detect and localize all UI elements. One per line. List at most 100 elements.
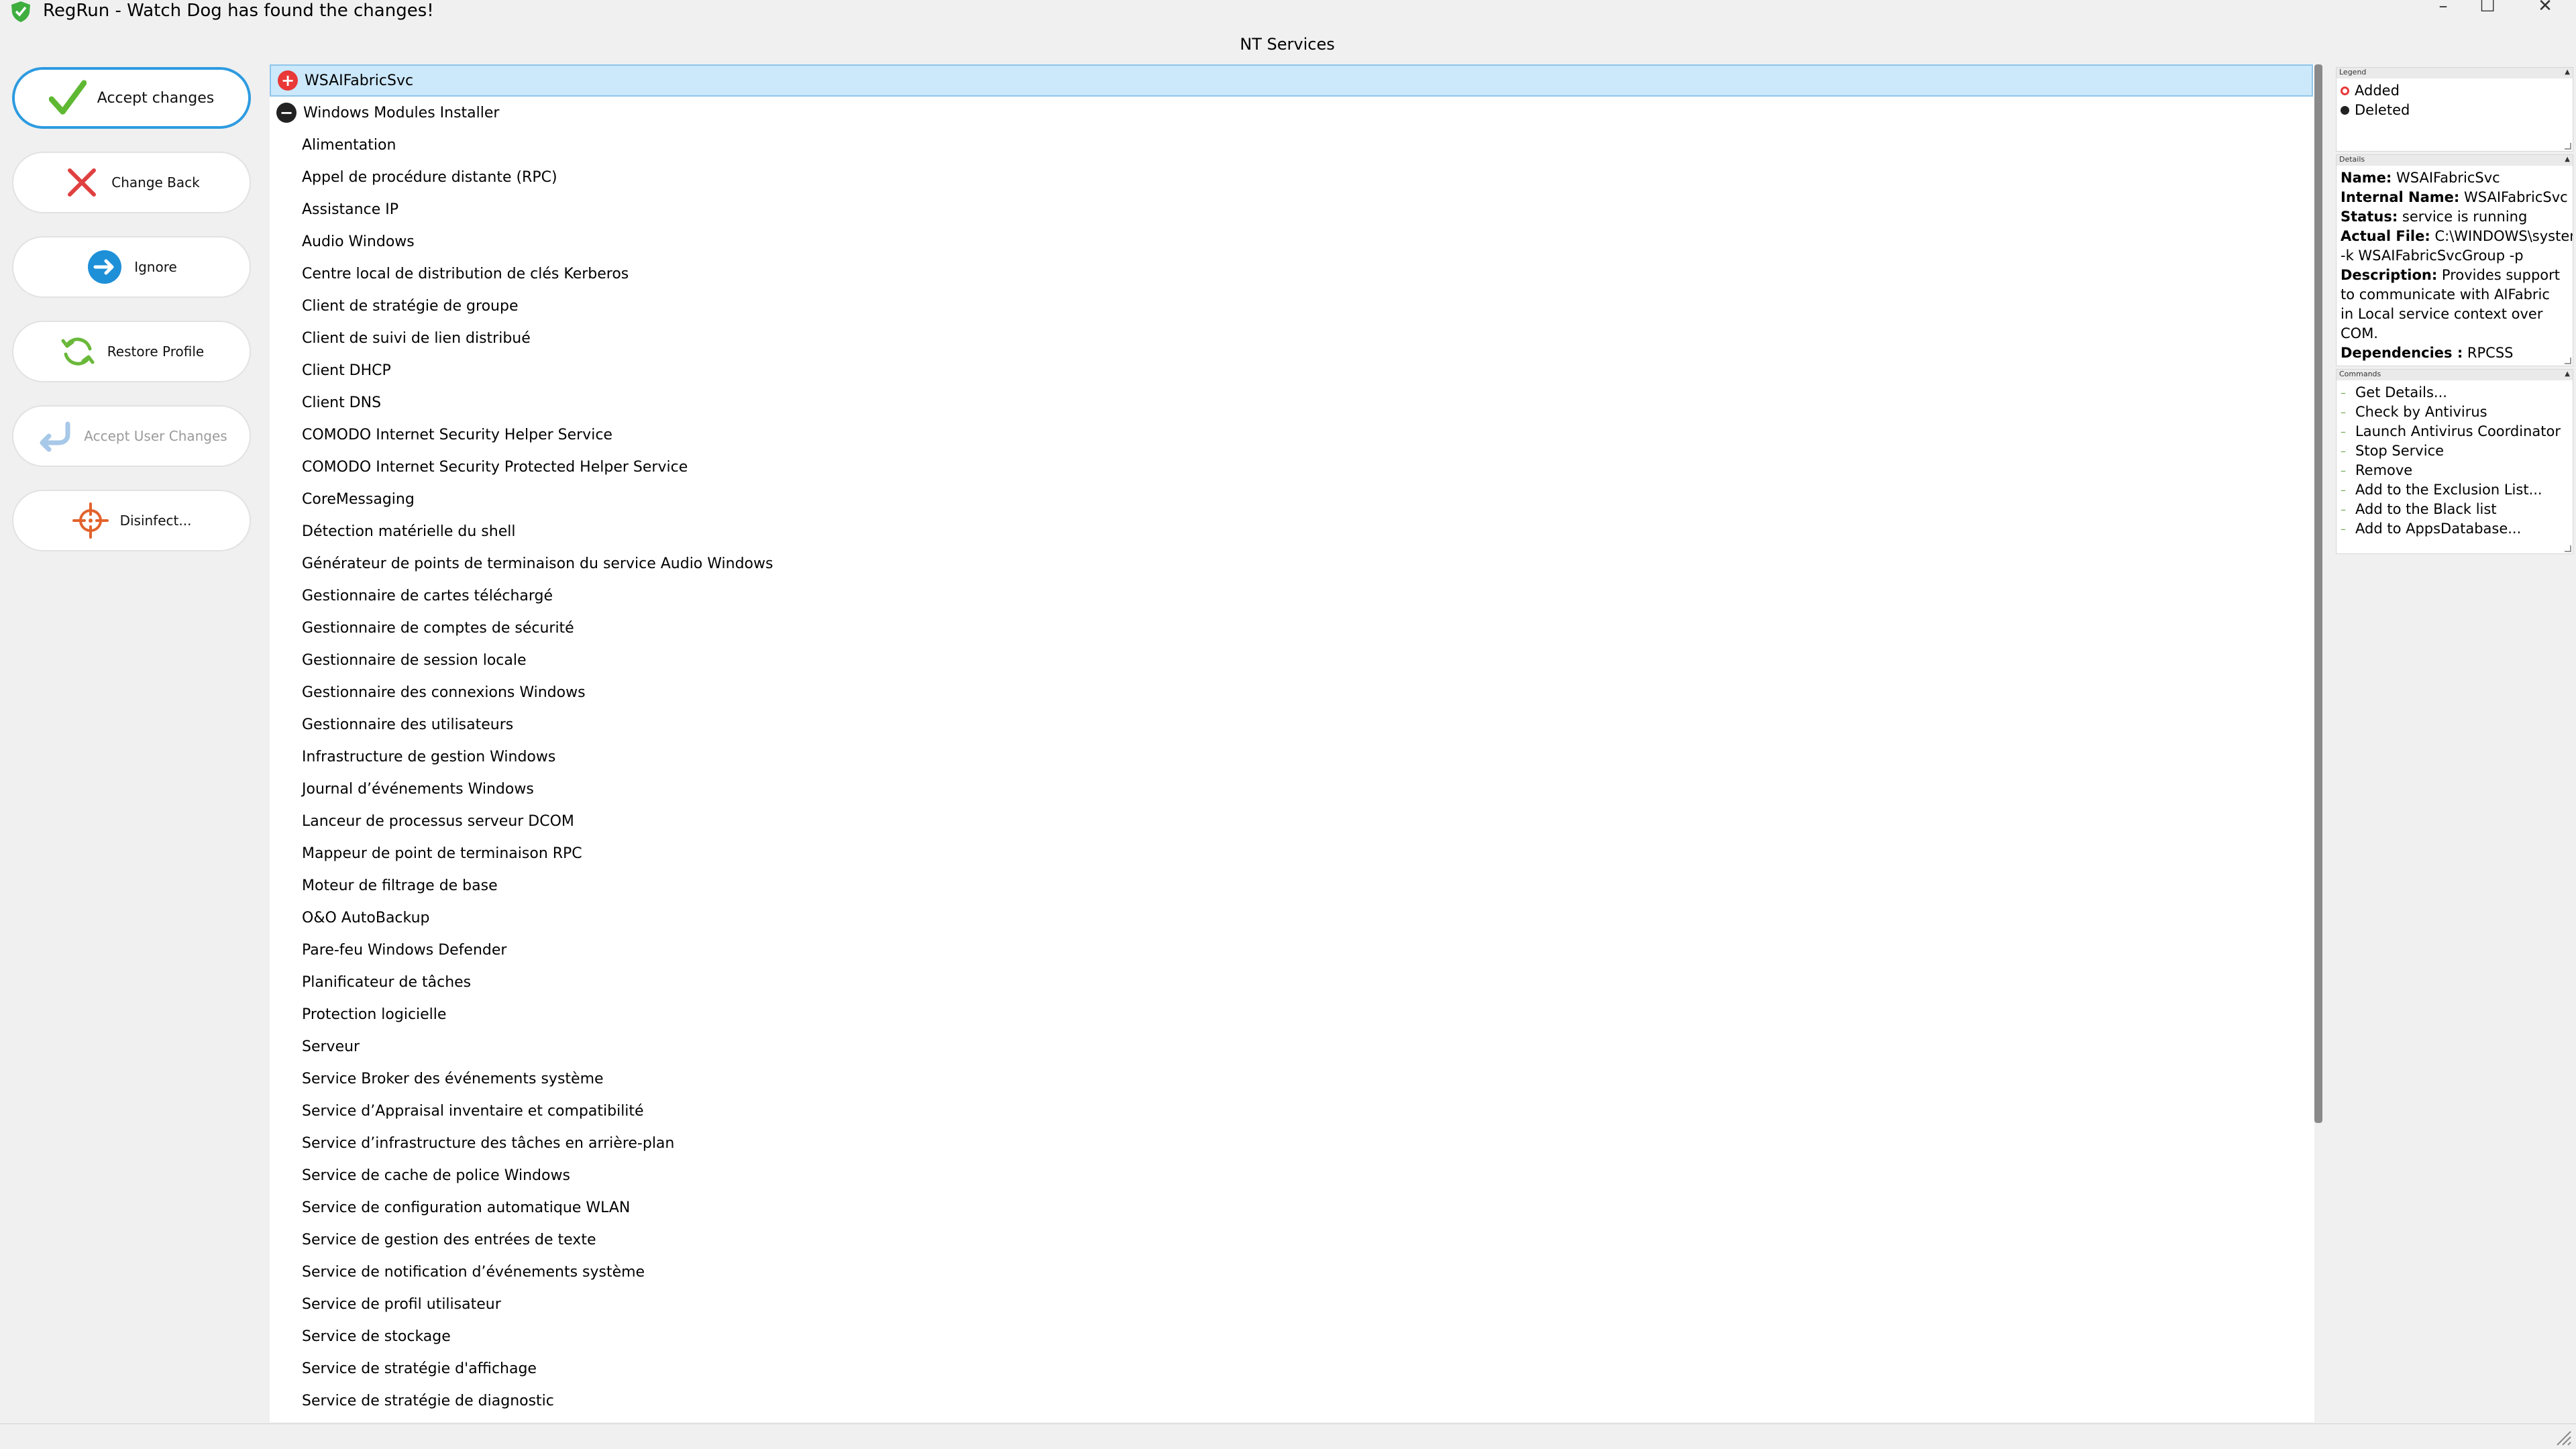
accept-user-changes-button[interactable]: Accept User Changes bbox=[12, 405, 251, 467]
service-row[interactable]: Client de stratégie de groupe bbox=[270, 290, 2313, 322]
service-row[interactable]: Gestionnaire de comptes de sécurité bbox=[270, 612, 2313, 644]
collapse-icon[interactable]: ▲ bbox=[2565, 370, 2570, 379]
service-row[interactable]: Appel de procédure distante (RPC) bbox=[270, 161, 2313, 193]
bullet-icon: – bbox=[2341, 386, 2346, 399]
service-row[interactable]: Générateur de points de terminaison du s… bbox=[270, 547, 2313, 580]
service-row[interactable]: Service Broker des événements système bbox=[270, 1063, 2313, 1095]
detail-status-label: Status: bbox=[2341, 209, 2398, 225]
ignore-button[interactable]: Ignore bbox=[12, 236, 251, 298]
service-row[interactable]: Lanceur de processus serveur DCOM bbox=[270, 805, 2313, 837]
service-row[interactable]: Service de configuration automatique WLA… bbox=[270, 1191, 2313, 1224]
command-item[interactable]: – Check by Antivirus bbox=[2341, 402, 2570, 422]
service-row[interactable]: Service de gestion des entrées de texte bbox=[270, 1224, 2313, 1256]
service-name: Service de stockage bbox=[302, 1328, 451, 1345]
service-name: Service de stratégie d'affichage bbox=[302, 1360, 537, 1377]
crosshair-icon bbox=[72, 502, 109, 539]
service-row[interactable]: Client DNS bbox=[270, 386, 2313, 419]
service-row[interactable]: Service de cache de police Windows bbox=[270, 1159, 2313, 1191]
arrow-right-circle-icon bbox=[86, 248, 123, 286]
details-header: Details ▲ bbox=[2337, 155, 2573, 166]
service-row[interactable]: Gestionnaire des connexions Windows bbox=[270, 676, 2313, 708]
service-row[interactable]: Gestionnaire de session locale bbox=[270, 644, 2313, 676]
restore-profile-button[interactable]: Restore Profile bbox=[12, 321, 251, 382]
command-item[interactable]: – Get Details... bbox=[2341, 383, 2570, 402]
service-name: Service Broker des événements système bbox=[302, 1070, 604, 1087]
service-row[interactable]: + WSAIFabricSvc bbox=[270, 64, 2313, 97]
service-row[interactable]: CoreMessaging bbox=[270, 483, 2313, 515]
commands-panel: Commands ▲ – Get Details... – Check by Anti… bbox=[2336, 369, 2573, 554]
service-name: Protection logicielle bbox=[302, 1006, 447, 1023]
service-row[interactable]: Pare-feu Windows Defender bbox=[270, 934, 2313, 966]
detail-desc-label: Description: bbox=[2341, 267, 2438, 283]
detail-name: Name: WSAIFabricSvc bbox=[2341, 168, 2570, 188]
resize-grip-icon[interactable] bbox=[2565, 143, 2571, 150]
service-name: WSAIFabricSvc bbox=[305, 72, 414, 89]
collapse-icon[interactable]: ▲ bbox=[2565, 155, 2570, 164]
service-row[interactable]: Infrastructure de gestion Windows bbox=[270, 741, 2313, 773]
service-name: Lanceur de processus serveur DCOM bbox=[302, 812, 574, 830]
service-name: Client DNS bbox=[302, 394, 382, 411]
command-item[interactable]: – Add to AppsDatabase... bbox=[2341, 519, 2570, 539]
service-row[interactable]: Service de stockage bbox=[270, 1320, 2313, 1352]
service-row[interactable]: Mappeur de point de terminaison RPC bbox=[270, 837, 2313, 869]
service-row[interactable]: Centre local de distribution de clés Ker… bbox=[270, 258, 2313, 290]
command-item[interactable]: – Launch Antivirus Coordinator bbox=[2341, 422, 2570, 441]
service-row[interactable]: Service d’infrastructure des tâches en a… bbox=[270, 1127, 2313, 1159]
detail-deps-label: Dependencies : bbox=[2341, 345, 2463, 361]
services-list[interactable]: + WSAIFabricSvc − Windows Modules Installer… bbox=[270, 64, 2314, 1422]
service-row[interactable]: Gestionnaire des utilisateurs bbox=[270, 708, 2313, 741]
service-row[interactable]: Assistance IP bbox=[270, 193, 2313, 225]
legend-added-label: Added bbox=[2355, 83, 2400, 99]
minimize-button[interactable]: – bbox=[2423, 0, 2463, 20]
service-row[interactable]: Moteur de filtrage de base bbox=[270, 869, 2313, 902]
command-item[interactable]: – Remove bbox=[2341, 461, 2570, 480]
command-item[interactable]: – Stop Service bbox=[2341, 441, 2570, 461]
close-button[interactable]: ✕ bbox=[2525, 0, 2565, 20]
service-row[interactable]: Audio Windows bbox=[270, 225, 2313, 258]
service-row[interactable]: Service de notification d’événements sys… bbox=[270, 1256, 2313, 1288]
detail-description: Description: Provides support bbox=[2341, 266, 2570, 285]
accept-changes-button[interactable]: Accept changes bbox=[12, 67, 251, 129]
service-row[interactable]: Gestionnaire de cartes téléchargé bbox=[270, 580, 2313, 612]
service-row[interactable]: Service de stratégie de diagnostic bbox=[270, 1385, 2313, 1417]
list-scrollbar[interactable] bbox=[2314, 64, 2322, 1123]
service-row[interactable]: COMODO Internet Security Helper Service bbox=[270, 419, 2313, 451]
service-row[interactable]: Alimentation bbox=[270, 129, 2313, 161]
service-row[interactable]: Journal d’événements Windows bbox=[270, 773, 2313, 805]
maximize-button[interactable]: ☐ bbox=[2467, 0, 2508, 20]
disinfect-button[interactable]: Disinfect... bbox=[12, 490, 251, 551]
service-name: Service de cache de police Windows bbox=[302, 1167, 570, 1184]
change-back-label: Change Back bbox=[111, 174, 200, 191]
service-row[interactable]: Serveur bbox=[270, 1030, 2313, 1063]
service-name: Audio Windows bbox=[302, 233, 415, 250]
detail-description-3: in Local service context over bbox=[2341, 306, 2543, 322]
detail-file-value: C:\WINDOWS\systen bbox=[2434, 228, 2573, 244]
disinfect-label: Disinfect... bbox=[119, 513, 192, 529]
detail-name-label: Name: bbox=[2341, 170, 2392, 186]
resize-grip-icon[interactable] bbox=[2565, 545, 2571, 552]
service-row[interactable]: Client de suivi de lien distribué bbox=[270, 322, 2313, 354]
size-grip-icon[interactable] bbox=[2555, 1429, 2572, 1446]
command-item[interactable]: – Add to the Black list bbox=[2341, 500, 2570, 519]
collapse-icon[interactable]: ▲ bbox=[2565, 68, 2570, 77]
service-row[interactable]: Client DHCP bbox=[270, 354, 2313, 386]
service-name: Service de profil utilisateur bbox=[302, 1295, 501, 1313]
command-label: Remove bbox=[2355, 462, 2413, 478]
change-back-button[interactable]: Change Back bbox=[12, 152, 251, 213]
service-row[interactable]: COMODO Internet Security Protected Helpe… bbox=[270, 451, 2313, 483]
detail-description-4: COM. bbox=[2341, 325, 2378, 341]
service-row[interactable]: Service d’Appraisal inventaire et compat… bbox=[270, 1095, 2313, 1127]
service-name: Planificateur de tâches bbox=[302, 973, 472, 991]
service-row[interactable]: − Windows Modules Installer bbox=[270, 97, 2313, 129]
service-row[interactable]: Service de stratégie d'affichage bbox=[270, 1352, 2313, 1385]
service-row[interactable]: Détection matérielle du shell bbox=[270, 515, 2313, 547]
service-name: Serveur bbox=[302, 1038, 360, 1055]
service-row[interactable]: Protection logicielle bbox=[270, 998, 2313, 1030]
service-row[interactable]: O&O AutoBackup bbox=[270, 902, 2313, 934]
service-row[interactable]: Service de profil utilisateur bbox=[270, 1288, 2313, 1320]
resize-grip-icon[interactable] bbox=[2565, 358, 2571, 364]
service-row[interactable]: Planificateur de tâches bbox=[270, 966, 2313, 998]
service-name: Centre local de distribution de clés Ker… bbox=[302, 265, 629, 282]
command-item[interactable]: – Add to the Exclusion List... bbox=[2341, 480, 2570, 500]
detail-name-value: WSAIFabricSvc bbox=[2396, 170, 2500, 186]
